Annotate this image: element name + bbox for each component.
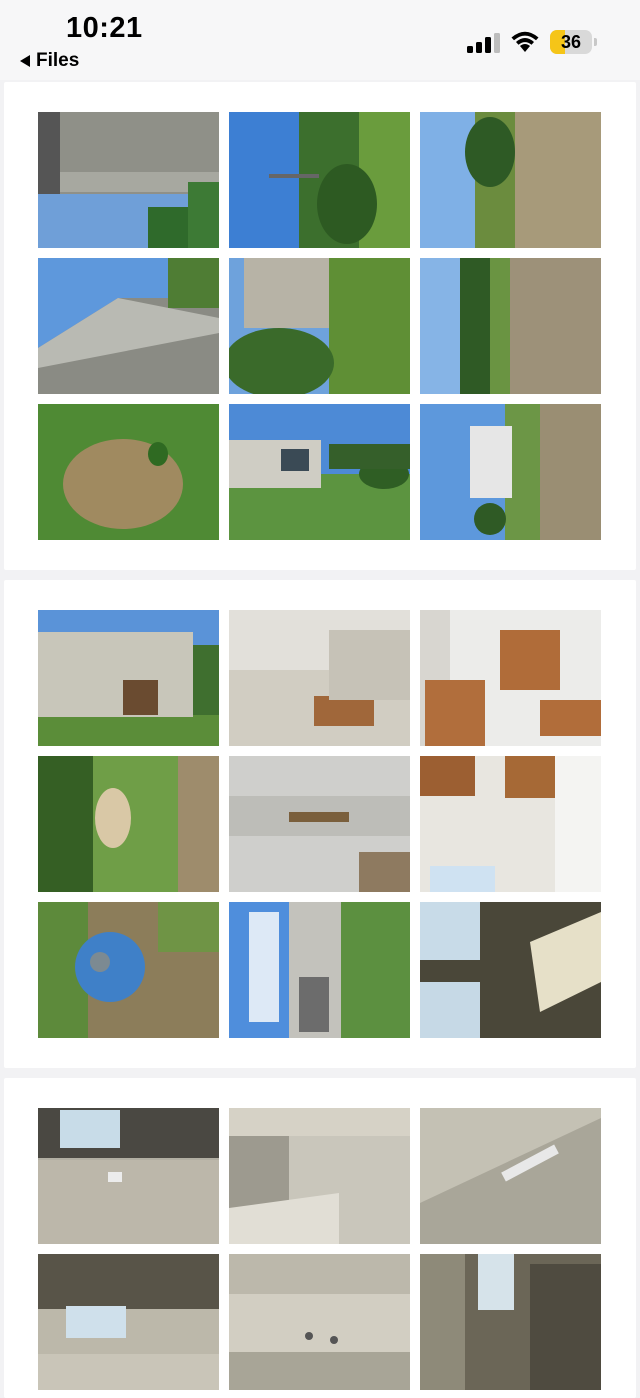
- scan-page-2[interactable]: [4, 580, 636, 1068]
- photo-house-rear-steps-lawn: [38, 610, 219, 746]
- photo-empty-room-vinyl-floor: [229, 1108, 410, 1244]
- cellular-signal-icon: [467, 33, 500, 53]
- photo-room-corner-vent: [420, 1108, 601, 1244]
- photo-blue-tank-lid-in-grass: [38, 902, 219, 1038]
- photo-house-roof-corner-sky: [38, 258, 219, 394]
- status-bar: 10:21 Files 36: [0, 0, 640, 80]
- photo-room-window-doorway: [38, 1254, 219, 1390]
- photo-white-house-green-lawn: [229, 404, 410, 540]
- photo-grass-patch-closeup: [38, 404, 219, 540]
- photo-house-side-wall-sky: [229, 902, 410, 1038]
- photo-house-siding-corner-sky: [38, 112, 219, 248]
- scan-page-1[interactable]: [4, 82, 636, 570]
- back-triangle-icon: [20, 55, 30, 67]
- photo-house-porch-shrub-lawn: [229, 258, 410, 394]
- photo-kitchen-cabinets-counter: [420, 610, 601, 746]
- photo-dark-room-windows: [420, 902, 601, 1038]
- photo-empty-room-window-door: [38, 1108, 219, 1244]
- photo-sky-trees-dry-grass: [420, 112, 601, 248]
- photo-well-cover-in-grass: [38, 756, 219, 892]
- photo-white-house-tall-grass: [420, 404, 601, 540]
- battery-indicator: 36: [550, 30, 598, 54]
- photo-sky-pole-trees-yard: [229, 112, 410, 248]
- scan-page-3[interactable]: [4, 1078, 636, 1398]
- photo-kitchen-cabinets-window: [420, 756, 601, 892]
- battery-percentage: 36: [560, 32, 582, 52]
- photo-siding-wall-closeup: [229, 756, 410, 892]
- wifi-icon: [511, 31, 539, 52]
- photo-room-window-corner: [420, 1254, 601, 1390]
- photo-sky-tree-line-dry-grass: [420, 258, 601, 394]
- back-label: Files: [36, 50, 80, 71]
- battery-cap: [594, 38, 597, 46]
- back-to-files-button[interactable]: Files: [20, 50, 79, 72]
- clock-time: 10:21: [66, 12, 143, 44]
- photo-room-wall-outlet: [229, 1254, 410, 1390]
- photo-interior-room-cabinet: [229, 610, 410, 746]
